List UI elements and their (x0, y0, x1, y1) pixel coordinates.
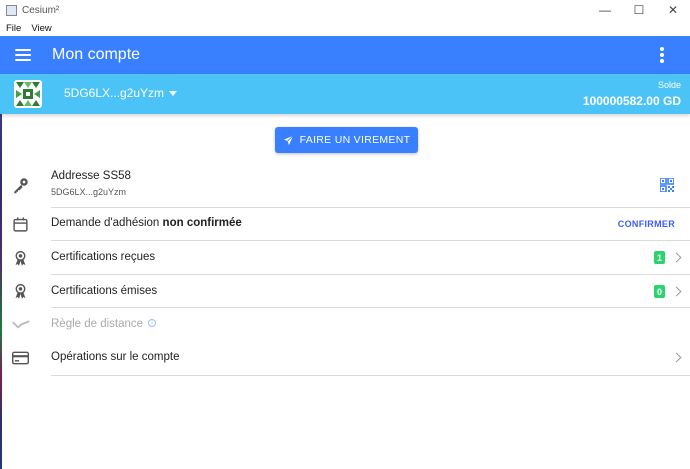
maximize-button[interactable]: ☐ (622, 0, 656, 20)
card-icon (12, 351, 29, 365)
caret-down-icon (169, 91, 178, 97)
menu-file[interactable]: File (6, 23, 21, 34)
menu-bar: File View (0, 20, 690, 36)
account-header: 5DG6LX...g2uYzm Solde 100000582.00 GD (0, 74, 690, 114)
distance-rule-text: Règle de distance (51, 318, 144, 330)
app-toolbar: Mon compte (0, 36, 690, 74)
trending-icon (12, 320, 30, 329)
membership-status: Demande d'adhésion non confirmée (51, 217, 242, 229)
address-row: Addresse SS58 5DG6LX...g2uYzm (0, 163, 690, 208)
certifications-received-row[interactable]: Certifications reçues 1 (0, 241, 690, 275)
window-title: Cesium² (22, 4, 60, 16)
ribbon-icon (15, 250, 26, 266)
operations-label: Opérations sur le compte (51, 351, 180, 363)
membership-row: Demande d'adhésion non confirmée CONFIRM… (0, 208, 690, 241)
address-label: Addresse SS58 (51, 170, 131, 182)
account-avatar (14, 80, 42, 108)
menu-icon[interactable] (15, 49, 31, 61)
chevron-right-icon (671, 352, 682, 363)
membership-text: Demande d'adhésion (51, 217, 160, 229)
certifications-issued-row[interactable]: Certifications émises 0 (0, 275, 690, 308)
distance-rule-row: Règle de distance i (0, 308, 690, 341)
certifications-received-badge: 1 (654, 251, 665, 264)
window-titlebar: Cesium² — ☐ ✕ (0, 0, 690, 20)
transfer-button-label: FAIRE UN VIREMENT (299, 134, 411, 146)
certifications-received-label: Certifications reçues (51, 251, 156, 263)
page-title: Mon compte (52, 46, 141, 63)
transfer-button[interactable]: FAIRE UN VIREMENT (275, 127, 418, 153)
confirm-membership-button[interactable]: CONFIRMER (618, 219, 675, 229)
app-icon (6, 4, 17, 16)
more-vertical-icon[interactable] (660, 47, 664, 63)
certifications-issued-label: Certifications émises (51, 285, 158, 297)
send-icon (283, 135, 294, 145)
chevron-right-icon (671, 252, 682, 263)
calendar-icon (13, 217, 28, 232)
balance-label: Solde (657, 80, 681, 90)
qr-code-icon[interactable] (660, 178, 674, 192)
chevron-right-icon (671, 286, 682, 297)
window-controls: — ☐ ✕ (588, 0, 690, 20)
distance-rule-label: Règle de distance i (51, 318, 157, 330)
address-value: 5DG6LX...g2uYzm (51, 187, 127, 197)
key-icon (14, 178, 28, 194)
account-address: 5DG6LX...g2uYzm (64, 86, 165, 100)
membership-state: non confirmée (162, 217, 242, 229)
minimize-button[interactable]: — (588, 0, 622, 20)
close-button[interactable]: ✕ (656, 0, 690, 20)
info-icon[interactable]: i (148, 319, 157, 327)
operations-row[interactable]: Opérations sur le compte (0, 341, 690, 376)
identicon-icon (16, 82, 40, 106)
certifications-issued-badge: 0 (654, 285, 665, 298)
balance-value: 100000582.00 GD (582, 94, 681, 108)
ribbon-icon (15, 283, 26, 299)
account-selector[interactable]: 5DG6LX...g2uYzm (64, 86, 178, 100)
menu-view[interactable]: View (31, 23, 51, 34)
